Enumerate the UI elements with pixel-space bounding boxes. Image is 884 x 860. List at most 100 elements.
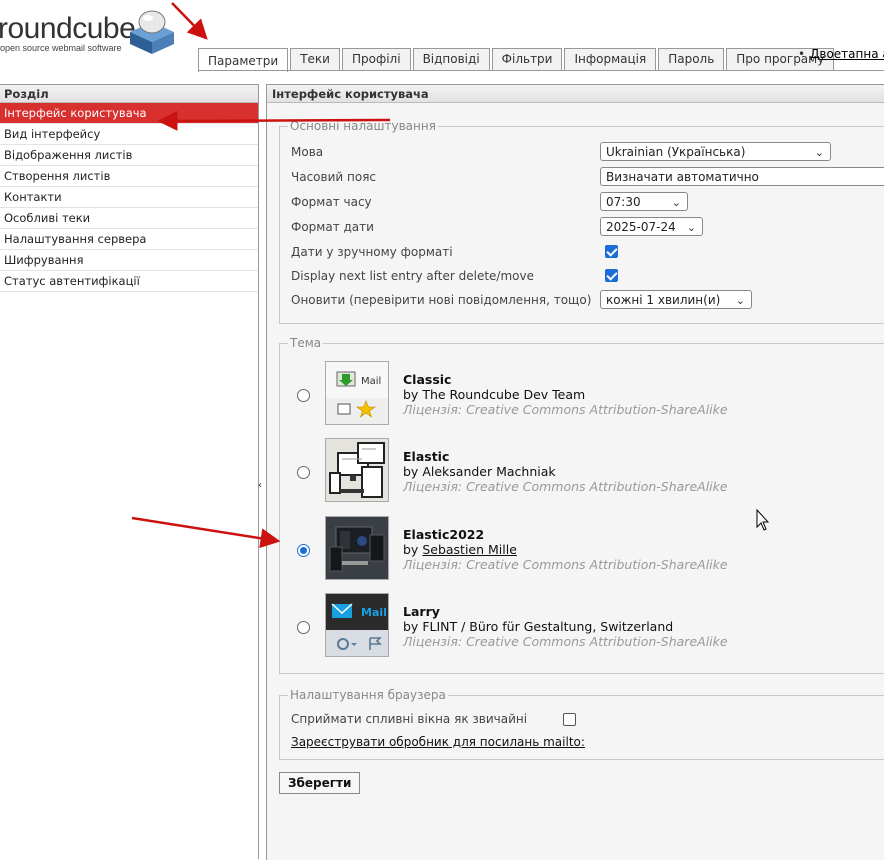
author-name: Aleksander Machniak bbox=[422, 464, 556, 479]
skin-elastic-thumbnail[interactable] bbox=[325, 438, 389, 502]
logo-word: roundcube bbox=[0, 12, 136, 45]
author-prefix: by bbox=[403, 387, 423, 402]
timeformat-value: 07:30 bbox=[606, 195, 641, 209]
dateformat-select[interactable]: 2025-07-24 ⌄ bbox=[600, 217, 703, 236]
section-special-folders[interactable]: Особливі теки bbox=[0, 208, 258, 229]
refresh-value: кожні 1 хвилин(и) bbox=[606, 293, 721, 307]
skin-elastic-name: Elastic bbox=[403, 449, 450, 464]
browser-settings-legend: Налаштування браузера bbox=[290, 688, 446, 702]
license-name: Creative Commons Attribution-ShareAlike bbox=[466, 557, 728, 572]
skin-elastic2022-radio[interactable] bbox=[297, 544, 310, 557]
skin-elastic-radio[interactable] bbox=[297, 466, 310, 479]
larry-mail-icon: Mail bbox=[326, 594, 388, 656]
elastic-devices-icon bbox=[329, 442, 385, 498]
section-contacts[interactable]: Контакти bbox=[0, 187, 258, 208]
skin-larry-radio[interactable] bbox=[297, 621, 310, 634]
skin-elastic-license: Ліцензія: Creative Commons Attribution-S… bbox=[403, 479, 728, 494]
mailto-handler-link[interactable]: Зареєструвати обробник для посилань mail… bbox=[291, 732, 585, 752]
popup-label: Сприймати спливні вікна як звичайні bbox=[291, 712, 528, 726]
refresh-select[interactable]: кожні 1 хвилин(и) ⌄ bbox=[600, 290, 752, 309]
author-link[interactable]: Sebastien Mille bbox=[422, 542, 517, 557]
language-label: Мова bbox=[291, 145, 324, 159]
save-button[interactable]: Зберегти bbox=[279, 772, 361, 794]
larry-thumb-text: Mail bbox=[361, 606, 387, 619]
chevron-down-icon: ⌄ bbox=[686, 221, 696, 234]
skin-larry-author: by FLINT / Büro für Gestaltung, Switzerl… bbox=[403, 619, 673, 634]
tab-password[interactable]: Пароль bbox=[658, 48, 725, 70]
section-displaying-messages[interactable]: Відображення листів bbox=[0, 145, 258, 166]
skin-classic-license: Ліцензія: Creative Commons Attribution-S… bbox=[403, 402, 728, 417]
skin-elastic-author: by Aleksander Machniak bbox=[403, 464, 556, 479]
section-mailbox-view[interactable]: Вид інтерфейсу bbox=[0, 124, 258, 145]
skin-larry-thumbnail[interactable]: Mail bbox=[325, 593, 389, 657]
skin-classic-thumbnail[interactable]: Mail bbox=[325, 361, 389, 425]
tab-responses[interactable]: Відповіді bbox=[412, 48, 490, 70]
chevron-down-icon: ⌄ bbox=[814, 146, 824, 159]
section-server-settings[interactable]: Налаштування сервера bbox=[0, 229, 258, 250]
elastic2022-devices-icon bbox=[326, 517, 388, 579]
timezone-label: Часовий пояс bbox=[291, 170, 377, 184]
prettydate-checkbox[interactable] bbox=[605, 245, 618, 258]
displaynext-checkbox[interactable] bbox=[605, 269, 618, 282]
license-name: Creative Commons Attribution-ShareAlike bbox=[466, 402, 728, 417]
bullet: • bbox=[798, 47, 806, 61]
skin-classic-radio[interactable] bbox=[297, 389, 310, 402]
displaynext-label: Display next list entry after delete/mov… bbox=[291, 269, 534, 283]
author-name: FLINT / Büro für Gestaltung, Switzerland bbox=[422, 619, 674, 634]
preferences-header: Інтерфейс користувача bbox=[267, 85, 884, 103]
settings-tabs: Параметри Теки Профілі Відповіді Фільтри… bbox=[198, 48, 835, 72]
sections-panel: Розділ Інтерфейс користувача Вид інтерфе… bbox=[0, 84, 259, 859]
license-prefix: Ліцензія: bbox=[403, 557, 467, 572]
skin-larry-license: Ліцензія: Creative Commons Attribution-S… bbox=[403, 634, 728, 649]
skin-classic-name: Classic bbox=[403, 372, 452, 387]
chevron-down-icon: ⌄ bbox=[671, 196, 681, 209]
logo-subtitle: open source webmail software bbox=[0, 43, 122, 53]
license-name: Creative Commons Attribution-ShareAlike bbox=[466, 479, 728, 494]
author-prefix: by bbox=[403, 464, 423, 479]
two-factor-link[interactable]: Двоетапна а bbox=[810, 47, 884, 61]
chevron-down-icon: ⌄ bbox=[735, 294, 745, 307]
timeformat-label: Формат часу bbox=[291, 195, 372, 209]
timezone-select[interactable]: Визначати автоматично bbox=[600, 167, 884, 186]
dateformat-label: Формат дати bbox=[291, 220, 374, 234]
tab-preferences[interactable]: Параметри bbox=[198, 48, 289, 72]
tab-filters[interactable]: Фільтри bbox=[491, 48, 563, 70]
logo-box-icon bbox=[130, 10, 174, 54]
roundcube-logo: roundcube open source webmail software bbox=[0, 4, 190, 60]
author-name: The Roundcube Dev Team bbox=[422, 387, 586, 402]
prettydate-label: Дати у зручному форматі bbox=[291, 245, 453, 259]
section-composing-messages[interactable]: Створення листів bbox=[0, 166, 258, 187]
language-value: Ukrainian (Українська) bbox=[606, 145, 746, 159]
basic-settings-legend: Основні налаштування bbox=[290, 119, 436, 133]
section-encryption[interactable]: Шифрування bbox=[0, 250, 258, 271]
sections-header: Розділ bbox=[0, 84, 258, 103]
license-prefix: Ліцензія: bbox=[403, 402, 467, 417]
skin-larry-name: Larry bbox=[403, 604, 440, 619]
section-auth-status[interactable]: Статус автентифікації bbox=[0, 271, 258, 292]
tab-info[interactable]: Інформація bbox=[564, 48, 657, 70]
skin-elastic2022-license: Ліцензія: Creative Commons Attribution-S… bbox=[403, 557, 728, 572]
classic-thumb-text: Mail bbox=[361, 376, 381, 387]
license-prefix: Ліцензія: bbox=[403, 479, 467, 494]
tab-identities[interactable]: Профілі bbox=[341, 48, 411, 70]
skin-elastic2022-name: Elastic2022 bbox=[403, 527, 485, 542]
popup-checkbox[interactable] bbox=[563, 713, 576, 726]
skin-classic-author: by The Roundcube Dev Team bbox=[403, 387, 585, 402]
license-name: Creative Commons Attribution-ShareAlike bbox=[466, 634, 728, 649]
dateformat-value: 2025-07-24 bbox=[606, 220, 676, 234]
preferences-panel: Інтерфейс користувача Основні налаштуван… bbox=[266, 84, 884, 860]
language-select[interactable]: Ukrainian (Українська) ⌄ bbox=[600, 142, 831, 161]
author-prefix: by bbox=[403, 542, 423, 557]
skin-elastic2022-thumbnail[interactable] bbox=[325, 516, 389, 580]
timezone-value: Визначати автоматично bbox=[606, 170, 759, 184]
theme-legend: Тема bbox=[290, 336, 322, 350]
classic-mail-icon: Mail bbox=[326, 362, 388, 424]
tab-folders[interactable]: Теки bbox=[290, 48, 340, 70]
license-prefix: Ліцензія: bbox=[403, 634, 467, 649]
author-prefix: by bbox=[403, 619, 423, 634]
skin-elastic2022-author: by Sebastien Mille bbox=[403, 542, 517, 557]
tab-baseline bbox=[198, 70, 884, 71]
timeformat-select[interactable]: 07:30 ⌄ bbox=[600, 192, 688, 211]
section-user-interface[interactable]: Інтерфейс користувача bbox=[0, 103, 258, 124]
panel-splitter[interactable]: ‹ bbox=[258, 480, 262, 491]
